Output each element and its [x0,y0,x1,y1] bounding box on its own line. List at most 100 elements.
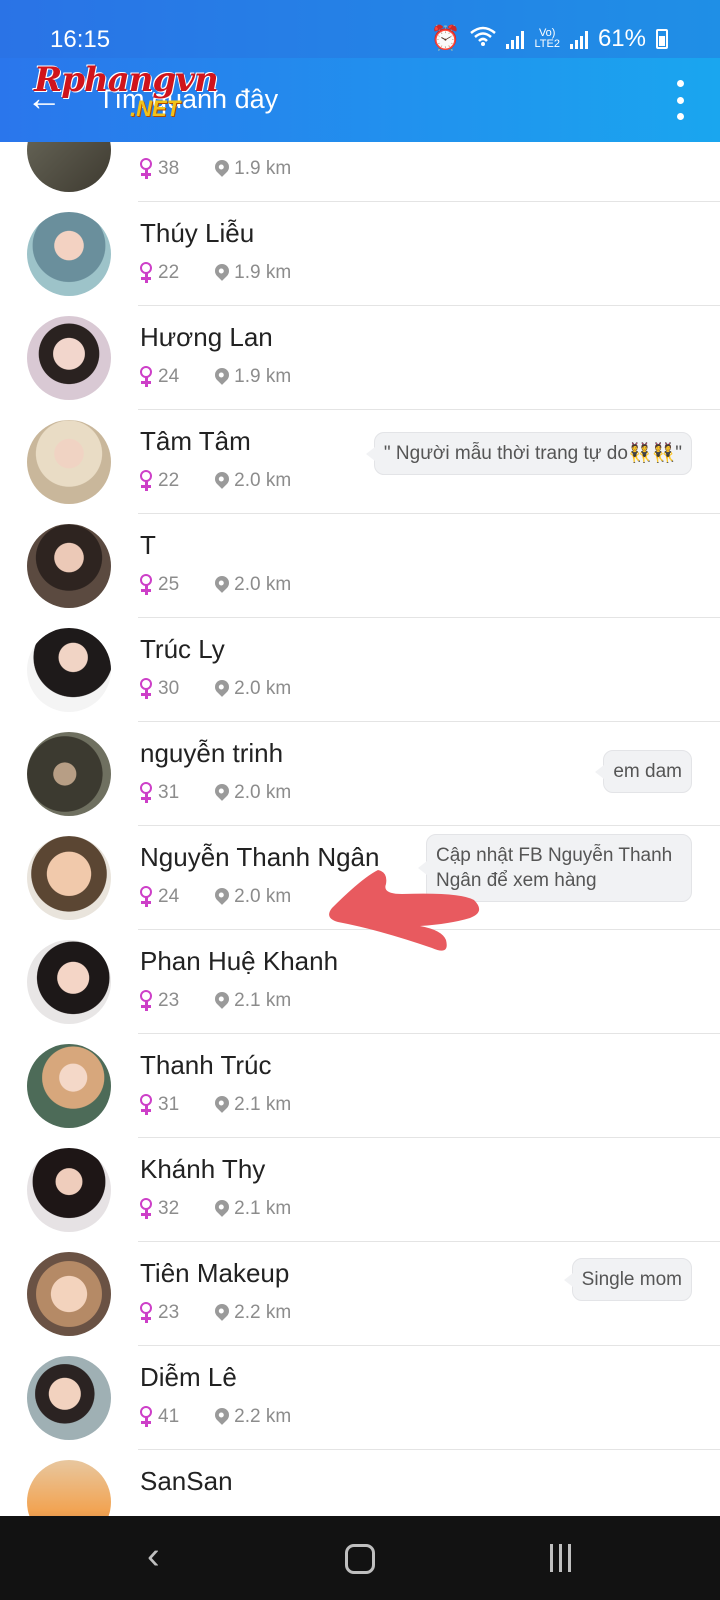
signal-icon-2 [569,29,588,49]
person-name: SanSan [140,1466,233,1496]
list-item[interactable]: nguyễn trinh 31 2.0 km em dam [0,722,720,826]
avatar [27,1356,111,1440]
status-bubble: Single mom [563,1258,692,1301]
location-pin-icon [212,677,233,697]
list-item[interactable]: Khánh Thy 32 2.1 km [0,1138,720,1242]
location-pin-icon [212,469,233,489]
avatar [27,1252,111,1336]
list-item[interactable]: Hương Lan 24 1.9 km [0,306,720,410]
person-meta: 24 2.0 km [138,885,291,908]
avatar [27,524,111,608]
person-name: Hương Lan [140,322,273,352]
person-distance: 2.0 km [234,782,292,803]
person-distance: 2.0 km [234,574,292,595]
person-meta: 22 1.9 km [138,261,292,284]
location-pin-icon [212,781,233,801]
watermark-logo-sub: .NET [130,96,181,121]
list-item[interactable]: 38 1.9 km [0,142,720,202]
wifi-icon [470,25,497,53]
person-name: Phan Huệ Khanh [140,946,339,976]
list-item[interactable]: Diễm Lê 41 2.2 km [0,1346,720,1450]
person-distance: 2.0 km [234,470,292,491]
person-distance: 1.9 km [234,262,292,283]
person-distance: 2.1 km [234,990,292,1011]
nav-recent-apps-icon[interactable] [550,1544,571,1572]
person-name: Diễm Lê [140,1362,237,1392]
person-distance: 1.9 km [234,366,292,387]
avatar [27,836,111,920]
navigation-bar: ‹ [0,1516,720,1600]
person-meta: 30 2.0 km [138,677,291,700]
list-item[interactable]: Thúy Liễu 22 1.9 km [0,202,720,306]
female-icon [138,886,156,908]
female-icon [138,678,156,700]
avatar [27,628,111,712]
list-item[interactable]: Trúc Ly 30 2.0 km [0,618,720,722]
avatar [27,1460,111,1516]
location-pin-icon [212,1093,233,1113]
location-pin-icon [212,1197,233,1217]
list-item[interactable]: Thanh Trúc 31 2.1 km [0,1034,720,1138]
person-distance: 2.1 km [234,1198,292,1219]
avatar [27,212,111,296]
location-pin-icon [212,365,233,385]
person-name: Khánh Thy [140,1154,266,1184]
signal-icon [506,29,525,49]
list-item[interactable]: Tiên Makeup 23 2.2 km Single mom [0,1242,720,1346]
status-icons: ⏰ Vo) LTE2 61% [431,24,668,53]
status-time: 16:15 [50,26,111,53]
status-bubble: em dam [595,750,692,793]
battery-percent: 61% [597,24,646,52]
person-meta: 24 1.9 km [138,365,292,388]
avatar [27,1148,111,1232]
person-name: T [140,530,156,560]
person-age: 24 [158,366,180,387]
person-distance: 1.9 km [234,158,292,179]
network-label-bottom: LTE2 [534,37,560,50]
list-item[interactable]: T 25 2.0 km [0,514,720,618]
app-bar: ← Tìm quanh đây Rphangvn .NET [0,58,720,142]
person-distance: 2.2 km [234,1302,292,1323]
list-item[interactable]: SanSan [0,1450,720,1516]
person-name: Thanh Trúc [140,1050,272,1080]
female-icon [138,1198,156,1220]
network-type: Vo) LTE2 [534,27,560,50]
avatar [27,732,111,816]
location-pin-icon [212,989,233,1009]
person-age: 31 [158,782,180,803]
female-icon [138,990,156,1012]
female-icon [138,574,156,596]
person-age: 23 [158,990,180,1011]
person-meta: 38 1.9 km [138,157,292,180]
list-item[interactable]: Tâm Tâm 22 2.0 km " Người mẫu thời trang… [0,410,720,514]
person-name: nguyễn trinh [140,738,284,768]
battery-icon [656,28,668,49]
nav-home-icon[interactable] [345,1544,375,1574]
female-icon [138,1094,156,1116]
female-icon [138,158,156,180]
location-pin-icon [212,573,233,593]
female-icon [138,1406,156,1428]
person-age: 25 [158,574,180,595]
person-age: 23 [158,1302,180,1323]
nearby-list: 38 1.9 km Thúy Liễu 22 1.9 km Hương Lan … [0,142,720,1516]
location-pin-icon [212,157,233,177]
location-pin-icon [212,885,233,905]
more-options-icon[interactable] [670,80,690,120]
person-name: Trúc Ly [140,634,225,664]
location-pin-icon [212,1405,233,1425]
female-icon [138,470,156,492]
person-meta: 31 2.1 km [138,1093,291,1116]
person-meta: 31 2.0 km [138,781,292,804]
status-bubble: " Người mẫu thời trang tự do👯👯" [365,432,692,475]
person-age: 31 [158,1094,180,1115]
person-age: 32 [158,1198,180,1219]
person-age: 41 [158,1406,180,1427]
person-name: Tâm Tâm [140,426,251,456]
location-pin-icon [212,1301,233,1321]
alarm-icon: ⏰ [430,25,461,52]
nav-back-icon[interactable]: ‹ [147,1536,177,1576]
person-name: Tiên Makeup [140,1258,290,1288]
person-meta: 23 2.1 km [138,989,292,1012]
person-distance: 2.2 km [234,1406,292,1427]
